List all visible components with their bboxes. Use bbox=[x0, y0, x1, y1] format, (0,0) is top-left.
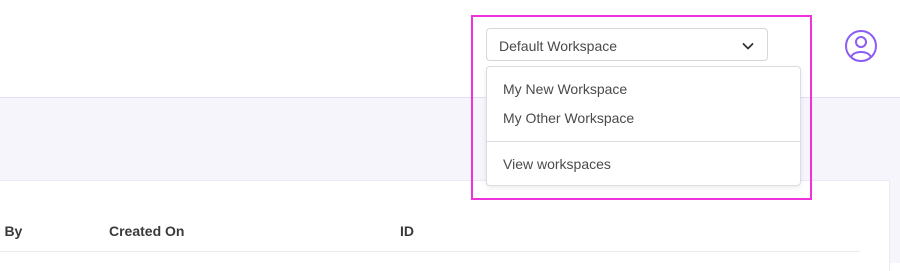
workspace-dropdown-menu: My New Workspace My Other Workspace View… bbox=[486, 66, 801, 186]
table-header-divider bbox=[0, 251, 860, 252]
column-header-created-on[interactable]: Created On bbox=[109, 223, 184, 239]
dropdown-divider bbox=[487, 141, 800, 142]
column-header-created-by[interactable]: d By bbox=[0, 223, 22, 239]
chevron-down-icon bbox=[742, 43, 754, 50]
workspace-option-my-other-workspace[interactable]: My Other Workspace bbox=[503, 110, 634, 126]
workspace-select[interactable]: Default Workspace bbox=[486, 28, 768, 61]
column-header-id[interactable]: ID bbox=[400, 223, 414, 239]
workspace-option-my-new-workspace[interactable]: My New Workspace bbox=[503, 81, 627, 97]
workspace-select-value: Default Workspace bbox=[499, 38, 618, 54]
user-circle-icon[interactable] bbox=[844, 29, 878, 63]
view-workspaces-link[interactable]: View workspaces bbox=[503, 156, 611, 172]
